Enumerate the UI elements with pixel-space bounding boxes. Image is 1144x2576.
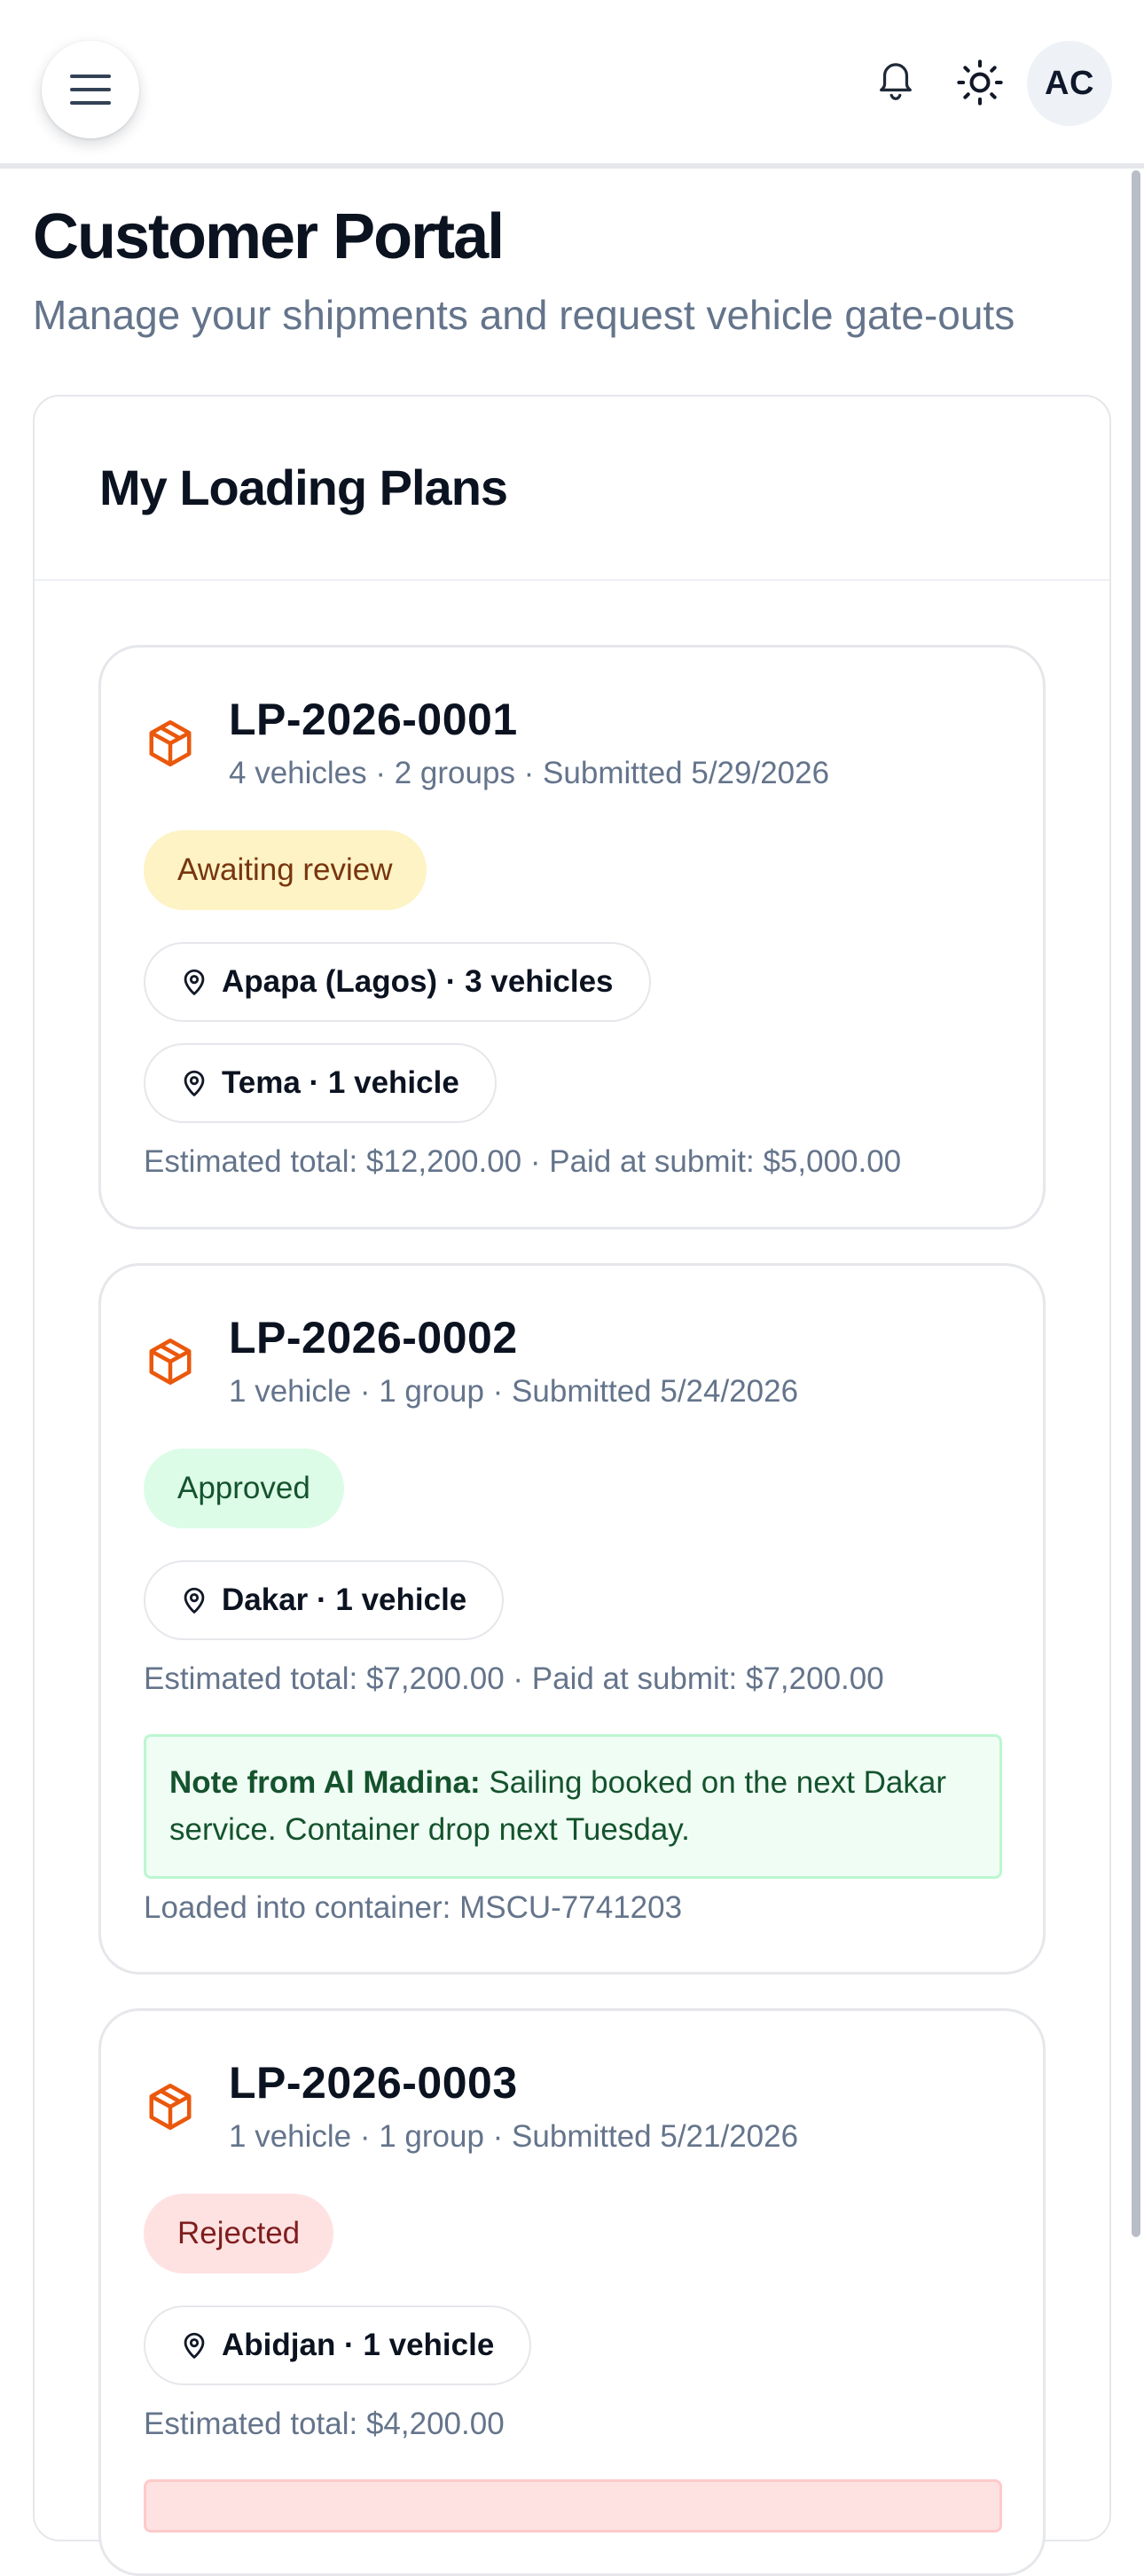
package-icon [149,1339,192,1385]
page-scrollbar[interactable] [1132,170,1140,2237]
page-title: Customer Portal [33,201,505,272]
plan-meta: 1 vehicle · 1 group · Submitted 5/21/202… [229,2119,799,2154]
map-pin-icon [179,1068,209,1098]
status-badge: Rejected [144,2194,334,2274]
operator-note: Note from Al Madina: Sailing booked on t… [144,1734,1002,1879]
loading-plans-header: My Loading Plans [35,397,1109,581]
package-icon [149,2084,192,2130]
plan-totals: Estimated total: $4,200.00 [144,2407,505,2441]
map-pin-icon [179,1585,209,1615]
loading-plans-title: My Loading Plans [99,459,508,515]
plan-meta: 1 vehicle · 1 group · Submitted 5/24/202… [229,1374,799,1409]
plan-id: LP-2026-0002 [229,1313,518,1363]
plan-totals: Estimated total: $12,200.00 · Paid at su… [144,1144,902,1179]
loading-plan-card[interactable]: LP-2026-0001 4 vehicles · 2 groups · Sub… [98,645,1046,1229]
bell-icon [880,63,912,100]
map-pin-icon [179,2330,209,2360]
status-badge: Awaiting review [144,830,427,910]
plan-totals: Estimated total: $7,200.00 · Paid at sub… [144,1661,884,1696]
container-info: Loaded into container: MSCU-7741203 [144,1890,683,1925]
plan-id: LP-2026-0003 [229,2058,518,2108]
menu-icon [70,75,111,105]
destination-chip: Tema · 1 vehicle [144,1043,497,1123]
status-badge: Approved [144,1449,344,1528]
destination-chip: Apapa (Lagos) · 3 vehicles [144,942,651,1022]
menu-button[interactable] [42,41,139,138]
destination-chip: Abidjan · 1 vehicle [144,2305,532,2385]
destination-label: Tema · 1 vehicle [222,1065,459,1100]
loading-plan-card[interactable]: LP-2026-0003 1 vehicle · 1 group · Submi… [98,2008,1046,2576]
map-pin-icon [179,967,209,997]
loading-plan-card[interactable]: LP-2026-0002 1 vehicle · 1 group · Submi… [98,1263,1046,1975]
destination-label: Dakar · 1 vehicle [222,1583,467,1617]
destination-label: Apapa (Lagos) · 3 vehicles [222,964,614,999]
user-avatar[interactable]: AC [1027,41,1112,126]
plan-id: LP-2026-0001 [229,695,518,744]
note-label: Note from Al Madina: [169,1765,481,1800]
notifications-button[interactable] [865,51,927,114]
destination-label: Abidjan · 1 vehicle [222,2328,495,2362]
destination-chip: Dakar · 1 vehicle [144,1560,505,1640]
sun-icon [957,59,1003,106]
plan-meta: 4 vehicles · 2 groups · Submitted 5/29/2… [229,756,830,790]
rejection-note [144,2479,1002,2533]
package-icon [149,720,192,766]
app-header: AC [0,0,1144,169]
page-subtitle: Manage your shipments and request vehicl… [33,292,1015,338]
theme-toggle-button[interactable] [949,51,1011,114]
